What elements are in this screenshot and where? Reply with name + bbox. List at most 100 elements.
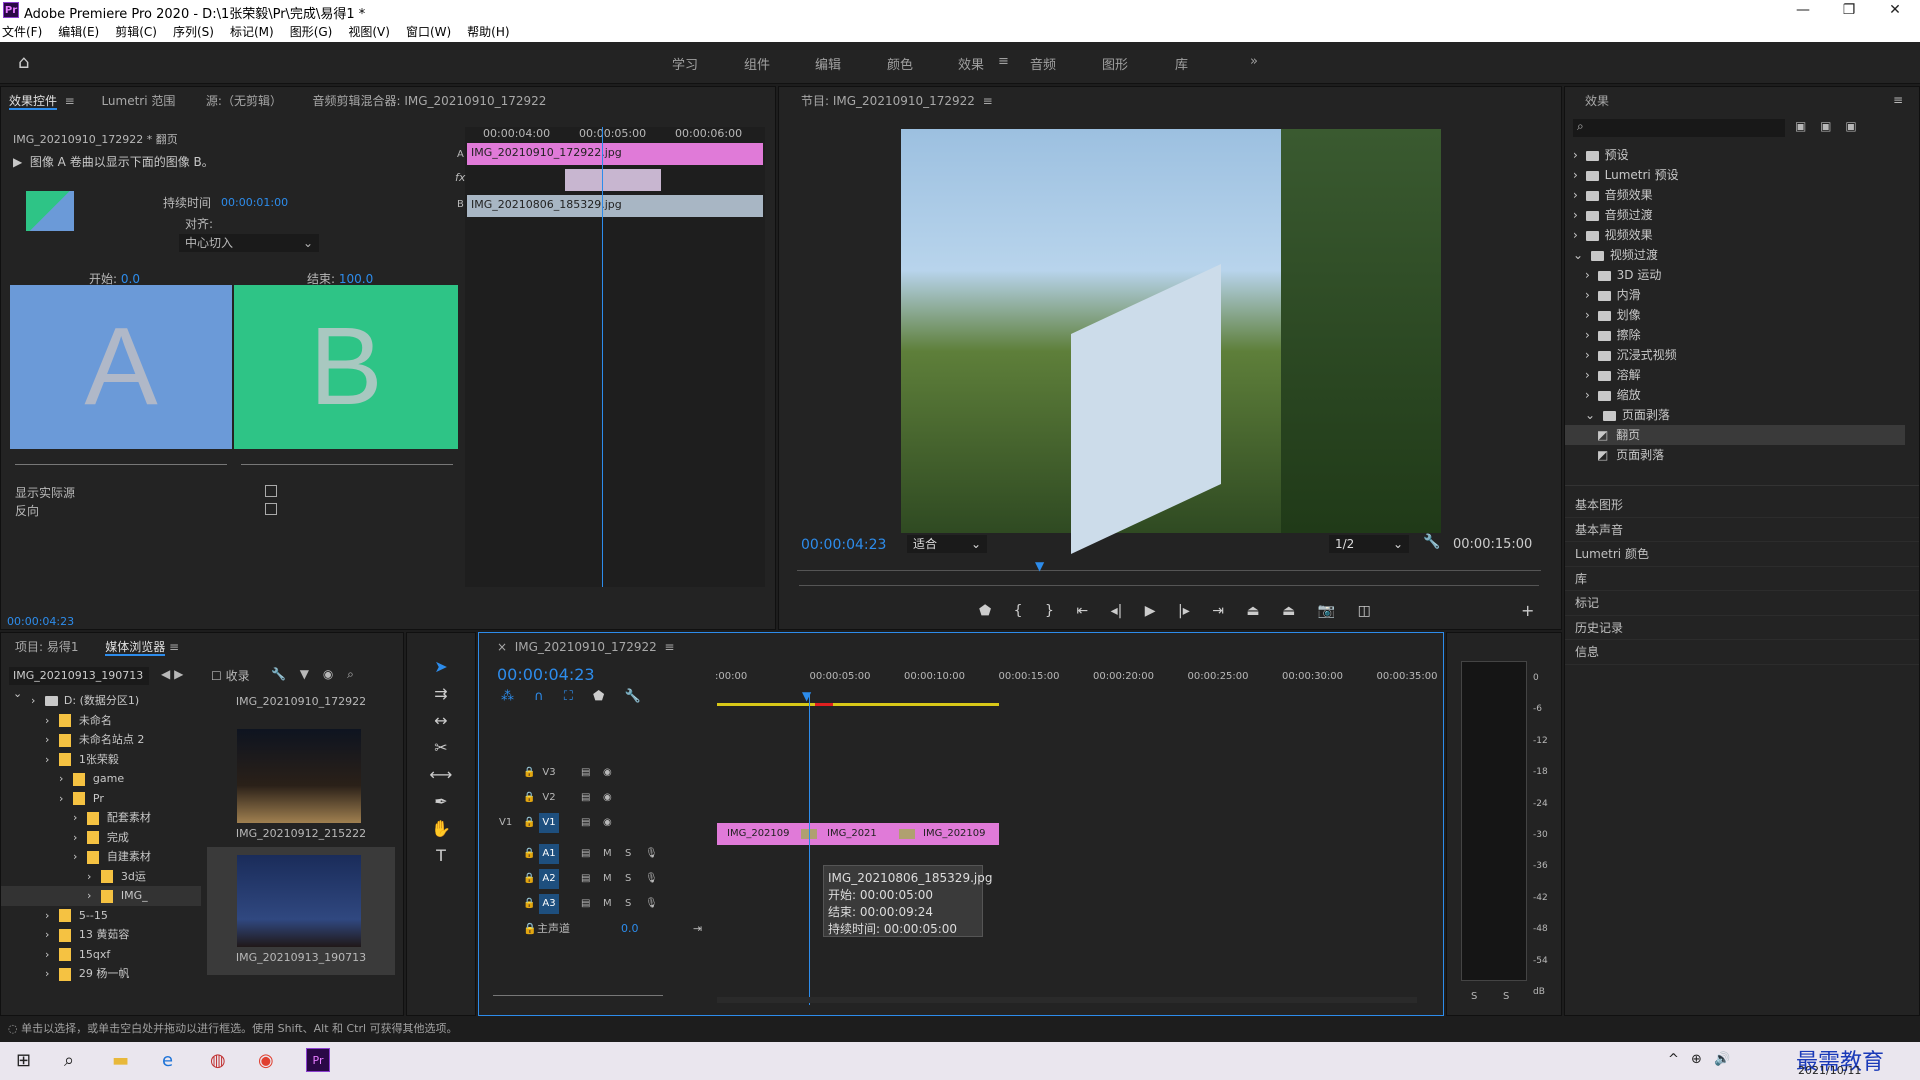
add-marker-icon[interactable]: ⬟ bbox=[593, 689, 604, 704]
fit-select[interactable]: 适合 ⌄ bbox=[907, 535, 987, 553]
razor-icon[interactable]: ✂ bbox=[429, 734, 453, 761]
ripple-edit-icon[interactable]: ↔ bbox=[429, 707, 453, 734]
effects-section[interactable]: Lumetri 颜色 bbox=[1565, 542, 1919, 567]
track-target-a1[interactable]: A1 bbox=[539, 844, 559, 864]
menu-graphics[interactable]: 图形(G) bbox=[290, 22, 333, 42]
add-marker-icon[interactable]: ⬟ bbox=[979, 603, 991, 619]
sync-lock-icon[interactable]: ▤ bbox=[581, 813, 590, 833]
panel-menu-icon[interactable]: ≡ bbox=[61, 94, 98, 108]
work-area-bar[interactable] bbox=[717, 703, 999, 706]
tab-lumetri-scopes[interactable]: Lumetri 范围 bbox=[101, 94, 175, 108]
hamburger-icon[interactable]: ≡ bbox=[998, 54, 1009, 69]
type-tool-icon[interactable]: T bbox=[429, 842, 453, 869]
header-scroll[interactable] bbox=[493, 995, 663, 996]
close-icon[interactable]: × bbox=[497, 640, 515, 654]
play-transition-icon[interactable]: ▶ bbox=[13, 155, 30, 169]
wrench-icon[interactable]: 🔧 bbox=[271, 667, 286, 681]
source-patch-v1[interactable]: V1 bbox=[499, 813, 512, 833]
menu-file[interactable]: 文件(F) bbox=[2, 22, 42, 42]
end-slider[interactable] bbox=[241, 464, 453, 465]
mini-playhead[interactable] bbox=[602, 127, 603, 587]
effects-tree-item[interactable]: ◩ 翻页 bbox=[1565, 425, 1905, 445]
premiere-taskbar-icon[interactable]: Pr bbox=[306, 1048, 330, 1072]
sync-lock-icon[interactable]: ▤ bbox=[581, 869, 590, 889]
effects-tree-item[interactable]: › 划像 bbox=[1565, 305, 1905, 325]
effects-tree-item[interactable]: › 音频过渡 bbox=[1565, 205, 1905, 225]
solo-right[interactable]: S bbox=[1503, 991, 1509, 1002]
effects-tree-item[interactable]: ⌄ 页面剥落 bbox=[1565, 405, 1905, 425]
reverse-checkbox[interactable] bbox=[265, 503, 277, 515]
tab-source[interactable]: 源:（无剪辑） bbox=[206, 94, 282, 108]
menu-help[interactable]: 帮助(H) bbox=[467, 22, 509, 42]
workspace-color[interactable]: 颜色 bbox=[887, 54, 913, 73]
folder-tree-item[interactable]: › 未命名 bbox=[1, 711, 201, 731]
folder-tree-item[interactable]: › Pr bbox=[1, 789, 201, 809]
path-select[interactable]: IMG_20210913_190713 ⌄ bbox=[9, 667, 149, 700]
sync-lock-icon[interactable]: ▤ bbox=[581, 788, 590, 808]
thumbnail-night-street[interactable] bbox=[237, 729, 361, 823]
folder-tree-item[interactable]: › 自建素材 bbox=[1, 847, 201, 867]
effects-search-input[interactable]: ⌕ bbox=[1573, 119, 1785, 137]
effects-section[interactable]: 库 bbox=[1565, 567, 1919, 591]
folder-tree-item[interactable]: › 5--15 bbox=[1, 906, 201, 926]
menu-clip[interactable]: 剪辑(C) bbox=[115, 22, 157, 42]
effect-timecode[interactable]: 00:00:04:23 bbox=[7, 615, 74, 628]
track-target-a3[interactable]: A3 bbox=[539, 894, 559, 914]
program-zoom-bar[interactable] bbox=[799, 585, 1539, 586]
menu-view[interactable]: 视图(V) bbox=[348, 22, 390, 42]
lock-icon[interactable]: 🔒 bbox=[523, 844, 535, 864]
thumb-label-0[interactable]: IMG_20210910_172922 bbox=[207, 695, 395, 708]
eye-icon[interactable]: ◉ bbox=[603, 813, 612, 833]
mini-clip-a[interactable]: IMG_20210910_172922.jpg bbox=[467, 143, 763, 165]
tab-project[interactable]: 项目: 易得1 bbox=[15, 640, 79, 654]
maximize-button[interactable]: ❐ bbox=[1826, 0, 1872, 22]
folder-tree-item[interactable]: › game bbox=[1, 769, 201, 789]
volume-icon[interactable]: 🔊 bbox=[1714, 1052, 1730, 1067]
solo-button[interactable]: S bbox=[625, 894, 631, 914]
track-target-a2[interactable]: A2 bbox=[539, 869, 559, 889]
resolution-select[interactable]: 1/2 ⌄ bbox=[1329, 535, 1409, 553]
lock-icon[interactable]: 🔒 bbox=[523, 763, 535, 783]
lock-icon[interactable]: 🔒 bbox=[523, 788, 535, 808]
mute-button[interactable]: M bbox=[603, 844, 612, 864]
effects-tree-item[interactable]: ◩ 页面剥落 bbox=[1565, 445, 1905, 465]
effects-section[interactable]: 信息 bbox=[1565, 640, 1919, 665]
timeline-scrollbar[interactable] bbox=[717, 997, 1417, 1003]
play-icon[interactable]: ▶ bbox=[1145, 603, 1156, 619]
workspace-audio[interactable]: 音频 bbox=[1030, 54, 1056, 73]
thumb-label-2[interactable]: IMG_20210913_190713 bbox=[207, 951, 395, 964]
thumbnail-night-sky[interactable] bbox=[237, 855, 361, 947]
collect-checkbox[interactable]: ☐ 收录 bbox=[211, 667, 250, 684]
program-ruler[interactable] bbox=[797, 565, 1541, 571]
solo-button[interactable]: S bbox=[625, 844, 631, 864]
track-target-v2[interactable]: V2 bbox=[539, 788, 559, 808]
lock-icon[interactable]: 🔒 bbox=[523, 894, 535, 914]
compare-icon[interactable]: ◫ bbox=[1358, 603, 1371, 619]
go-to-end-icon[interactable]: ⇥ bbox=[693, 919, 702, 939]
master-volume[interactable]: 0.0 bbox=[621, 919, 639, 939]
start-slider[interactable] bbox=[15, 464, 227, 465]
track-target-v1[interactable]: V1 bbox=[539, 813, 559, 833]
workspace-libraries[interactable]: 库 bbox=[1175, 54, 1188, 73]
folder-tree-item[interactable]: › 1张荣毅 bbox=[1, 750, 201, 770]
microphone-icon[interactable]: 🎙 bbox=[645, 894, 658, 914]
export-frame-icon[interactable]: 📷 bbox=[1318, 603, 1335, 619]
back-icon[interactable]: ◀ bbox=[161, 667, 170, 681]
lock-icon[interactable]: 🔒 bbox=[523, 869, 535, 889]
go-to-in-icon[interactable]: ⇤ bbox=[1076, 603, 1088, 619]
transition-marker[interactable] bbox=[899, 829, 915, 839]
step-back-icon[interactable]: ◂| bbox=[1111, 603, 1123, 619]
home-icon[interactable]: ⌂ bbox=[18, 52, 29, 73]
edge-icon[interactable]: e bbox=[162, 1050, 173, 1071]
menu-marker[interactable]: 标记(M) bbox=[230, 22, 274, 42]
workspace-learn[interactable]: 学习 bbox=[672, 54, 698, 73]
lock-icon[interactable]: 🔒 bbox=[523, 813, 535, 833]
search-icon[interactable]: ⌕ bbox=[64, 1050, 74, 1071]
eye-icon[interactable]: ◉ bbox=[603, 763, 612, 783]
folder-tree-item[interactable]: › 3d运 bbox=[1, 867, 201, 887]
workspace-effects[interactable]: 效果 bbox=[958, 54, 984, 73]
32bit-icon[interactable]: ▣ bbox=[1820, 119, 1831, 133]
microphone-icon[interactable]: 🎙 bbox=[645, 869, 658, 889]
file-explorer-icon[interactable]: ▬ bbox=[112, 1050, 129, 1071]
effects-tree-item[interactable]: › Lumetri 预设 bbox=[1565, 165, 1905, 185]
